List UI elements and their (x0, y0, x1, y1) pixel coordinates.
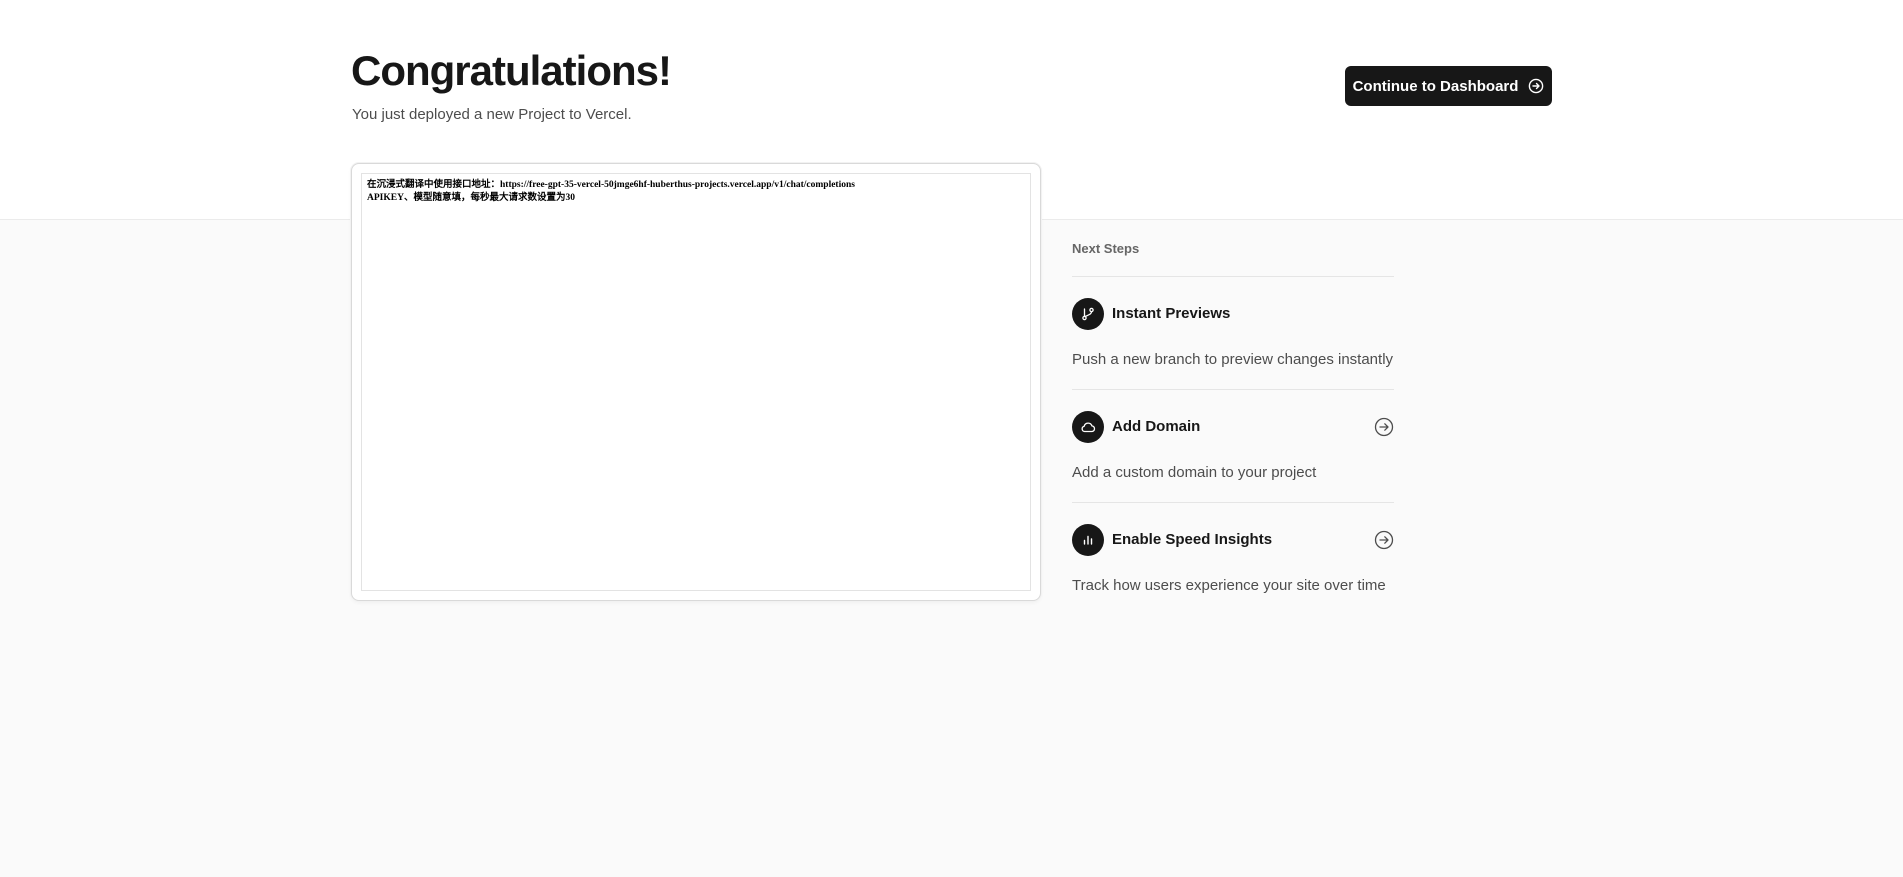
cloud-icon (1072, 411, 1104, 443)
step-title: Add Domain (1112, 418, 1201, 435)
step-title: Enable Speed Insights (1112, 531, 1273, 548)
deployment-preview-frame: 在沉浸式翻译中使用接口地址：https://free-gpt-35-vercel… (361, 173, 1031, 591)
deployment-preview-card[interactable]: 在沉浸式翻译中使用接口地址：https://free-gpt-35-vercel… (351, 163, 1041, 601)
step-description: Add a custom domain to your project (1072, 464, 1317, 481)
preview-text-line-2: APIKEY、模型随意填，每秒最大请求数设置为30 (367, 193, 575, 203)
arrow-right-circle-icon[interactable] (1374, 530, 1394, 550)
step-description: Push a new branch to preview changes ins… (1072, 351, 1394, 368)
step-add-domain[interactable]: Add Domain Add a custom domain to your p… (1072, 389, 1394, 501)
arrow-right-circle-icon[interactable] (1374, 417, 1394, 437)
page-title: Congratulations! (351, 47, 672, 94)
next-steps-heading: Next Steps (1072, 241, 1140, 256)
step-title: Instant Previews (1112, 305, 1231, 322)
continue-button-label: Continue to Dashboard (1352, 77, 1519, 95)
bar-chart-icon (1072, 524, 1104, 556)
step-instant-previews: Instant Previews Push a new branch to pr… (1072, 276, 1394, 388)
step-description: Track how users experience your site ove… (1072, 577, 1386, 594)
step-enable-speed-insights[interactable]: Enable Speed Insights Track how users ex… (1072, 502, 1394, 614)
page-subtitle: You just deployed a new Project to Verce… (352, 106, 632, 123)
git-branch-icon (1072, 298, 1104, 330)
preview-text-line-1: 在沉浸式翻译中使用接口地址：https://free-gpt-35-vercel… (367, 180, 855, 190)
continue-to-dashboard-button[interactable]: Continue to Dashboard (1345, 66, 1552, 106)
arrow-right-circle-icon (1528, 78, 1544, 94)
